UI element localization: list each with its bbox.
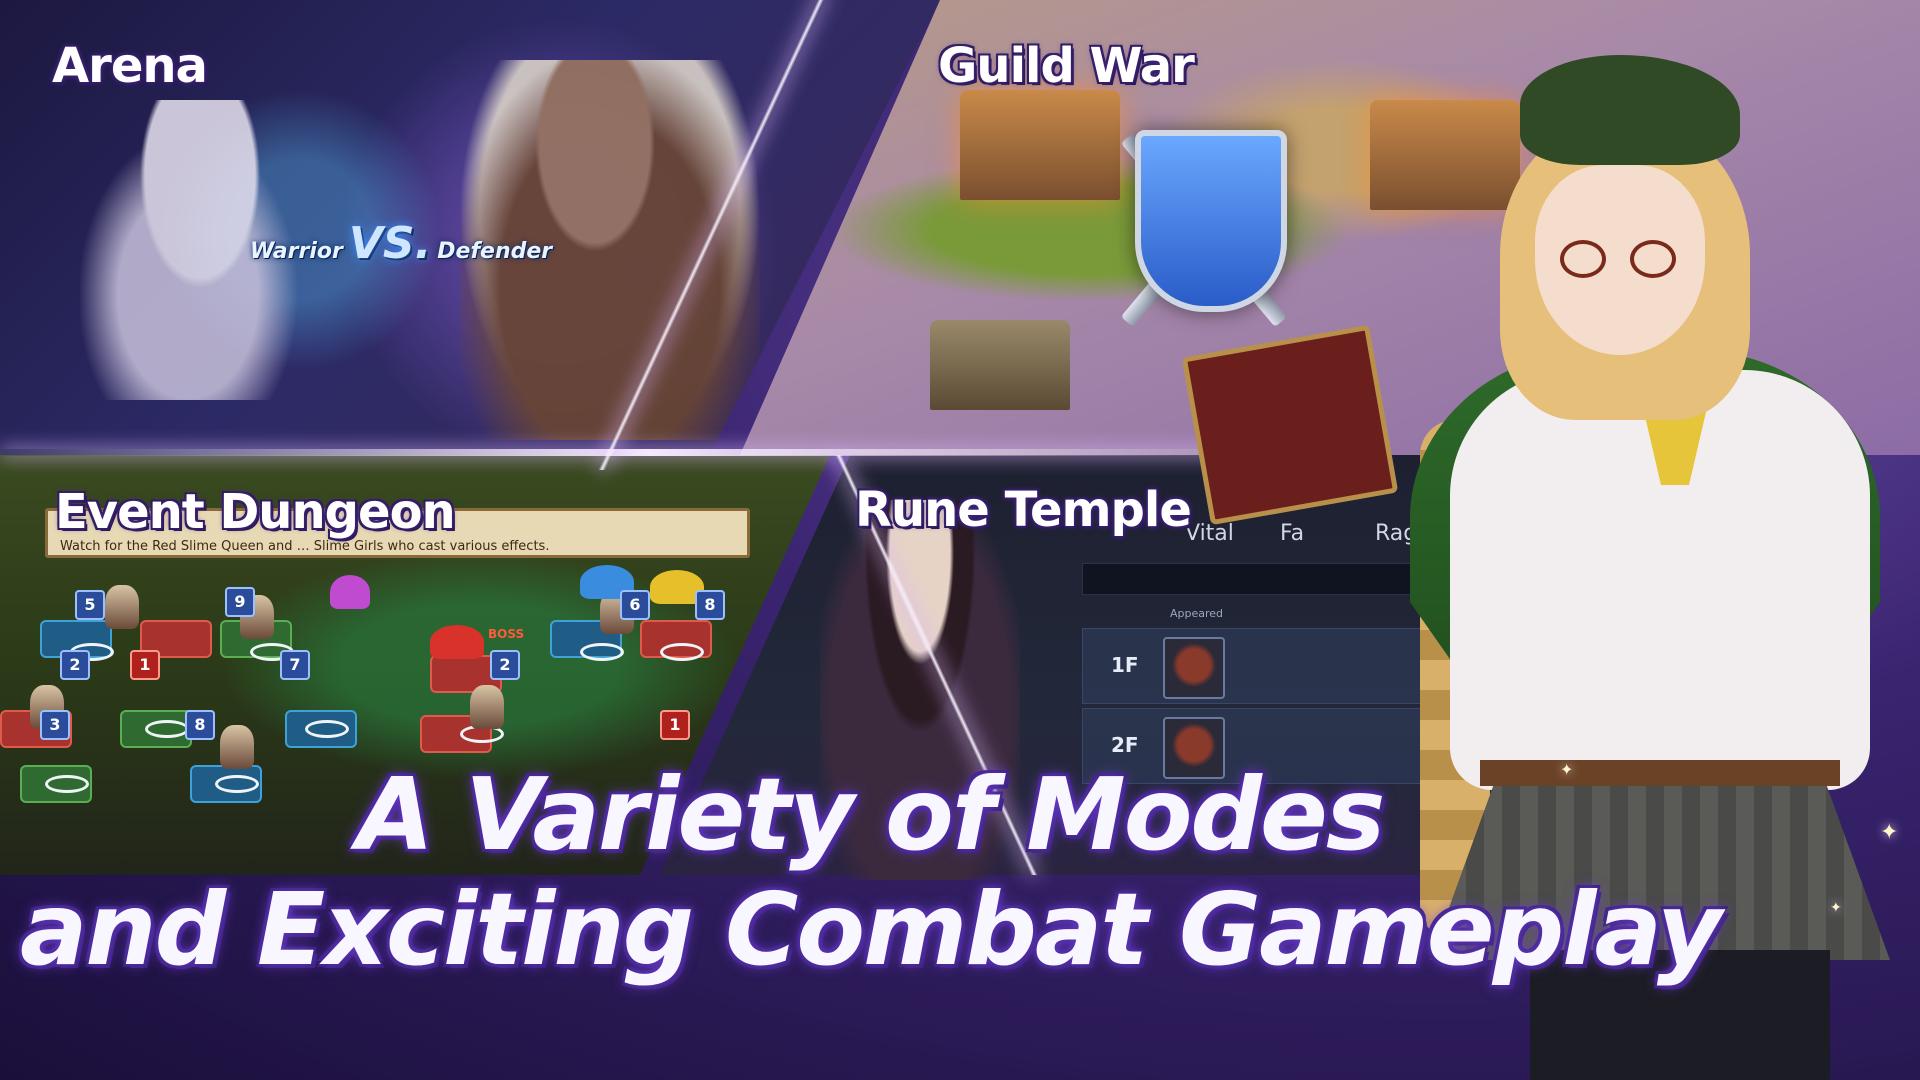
arena-versus-banner: Warrior VS. Defender bbox=[250, 218, 552, 269]
unit-level-badge: 6 bbox=[620, 590, 650, 620]
event-dungeon-label: Event Dungeon bbox=[55, 484, 456, 540]
board-ring bbox=[145, 720, 189, 738]
arena-label: Arena bbox=[52, 38, 208, 94]
arena-vs-left-label: Warrior bbox=[250, 239, 343, 264]
event-dungeon-quest-text: Watch for the Red Slime Queen and … Slim… bbox=[60, 539, 550, 554]
panel-divider-horizontal bbox=[0, 449, 1300, 456]
rune-floor-label: 1F bbox=[1111, 653, 1139, 677]
rune-floor-label: 2F bbox=[1111, 733, 1139, 757]
arena-vs-right-label: Defender bbox=[437, 239, 553, 264]
arena-vs-mark: VS. bbox=[348, 218, 432, 269]
unit-level-badge: 8 bbox=[695, 590, 725, 620]
unit-level-badge: 9 bbox=[225, 587, 255, 617]
board-ring bbox=[660, 643, 704, 661]
board-unit bbox=[105, 585, 139, 629]
unit-level-badge: 1 bbox=[130, 650, 160, 680]
unit-level-badge: 3 bbox=[40, 710, 70, 740]
headline: A Variety of Modes and Exciting Combat G… bbox=[0, 760, 1920, 990]
guide-beret bbox=[1520, 55, 1740, 165]
unit-level-badge: 8 bbox=[185, 710, 215, 740]
promo-banner: Warrior VS. Defender Watch for the Red Sli… bbox=[0, 0, 1920, 1080]
headline-line-1: A Variety of Modes bbox=[356, 756, 1386, 873]
rune-tab-second: Fa bbox=[1280, 521, 1305, 546]
glasses-icon bbox=[1630, 240, 1676, 278]
boss-tag: BOSS bbox=[488, 627, 525, 641]
monster-portrait-icon bbox=[1163, 637, 1225, 699]
red-mushroom-icon bbox=[430, 625, 484, 659]
unit-level-badge: 7 bbox=[280, 650, 310, 680]
spellbook-icon bbox=[1181, 324, 1399, 526]
rune-tab-vital: Vital bbox=[1185, 521, 1234, 546]
purple-slime-icon bbox=[330, 575, 370, 609]
board-unit bbox=[470, 685, 504, 729]
rune-temple-appeared-label: Appeared bbox=[1170, 607, 1224, 620]
unit-level-badge: 2 bbox=[490, 650, 520, 680]
unit-level-badge: 5 bbox=[75, 590, 105, 620]
board-ring bbox=[305, 720, 349, 738]
guild-war-label: Guild War bbox=[938, 38, 1195, 94]
guild-war-ruins bbox=[930, 320, 1070, 410]
glasses-icon bbox=[1560, 240, 1606, 278]
unit-level-badge: 1 bbox=[660, 710, 690, 740]
guild-war-castle-left bbox=[960, 90, 1120, 200]
shield-icon bbox=[1135, 130, 1287, 312]
board-ring bbox=[580, 643, 624, 661]
rune-temple-label: Rune Temple bbox=[855, 482, 1192, 538]
headline-line-2: and Exciting Combat Gameplay bbox=[19, 871, 1722, 988]
unit-level-badge: 2 bbox=[60, 650, 90, 680]
